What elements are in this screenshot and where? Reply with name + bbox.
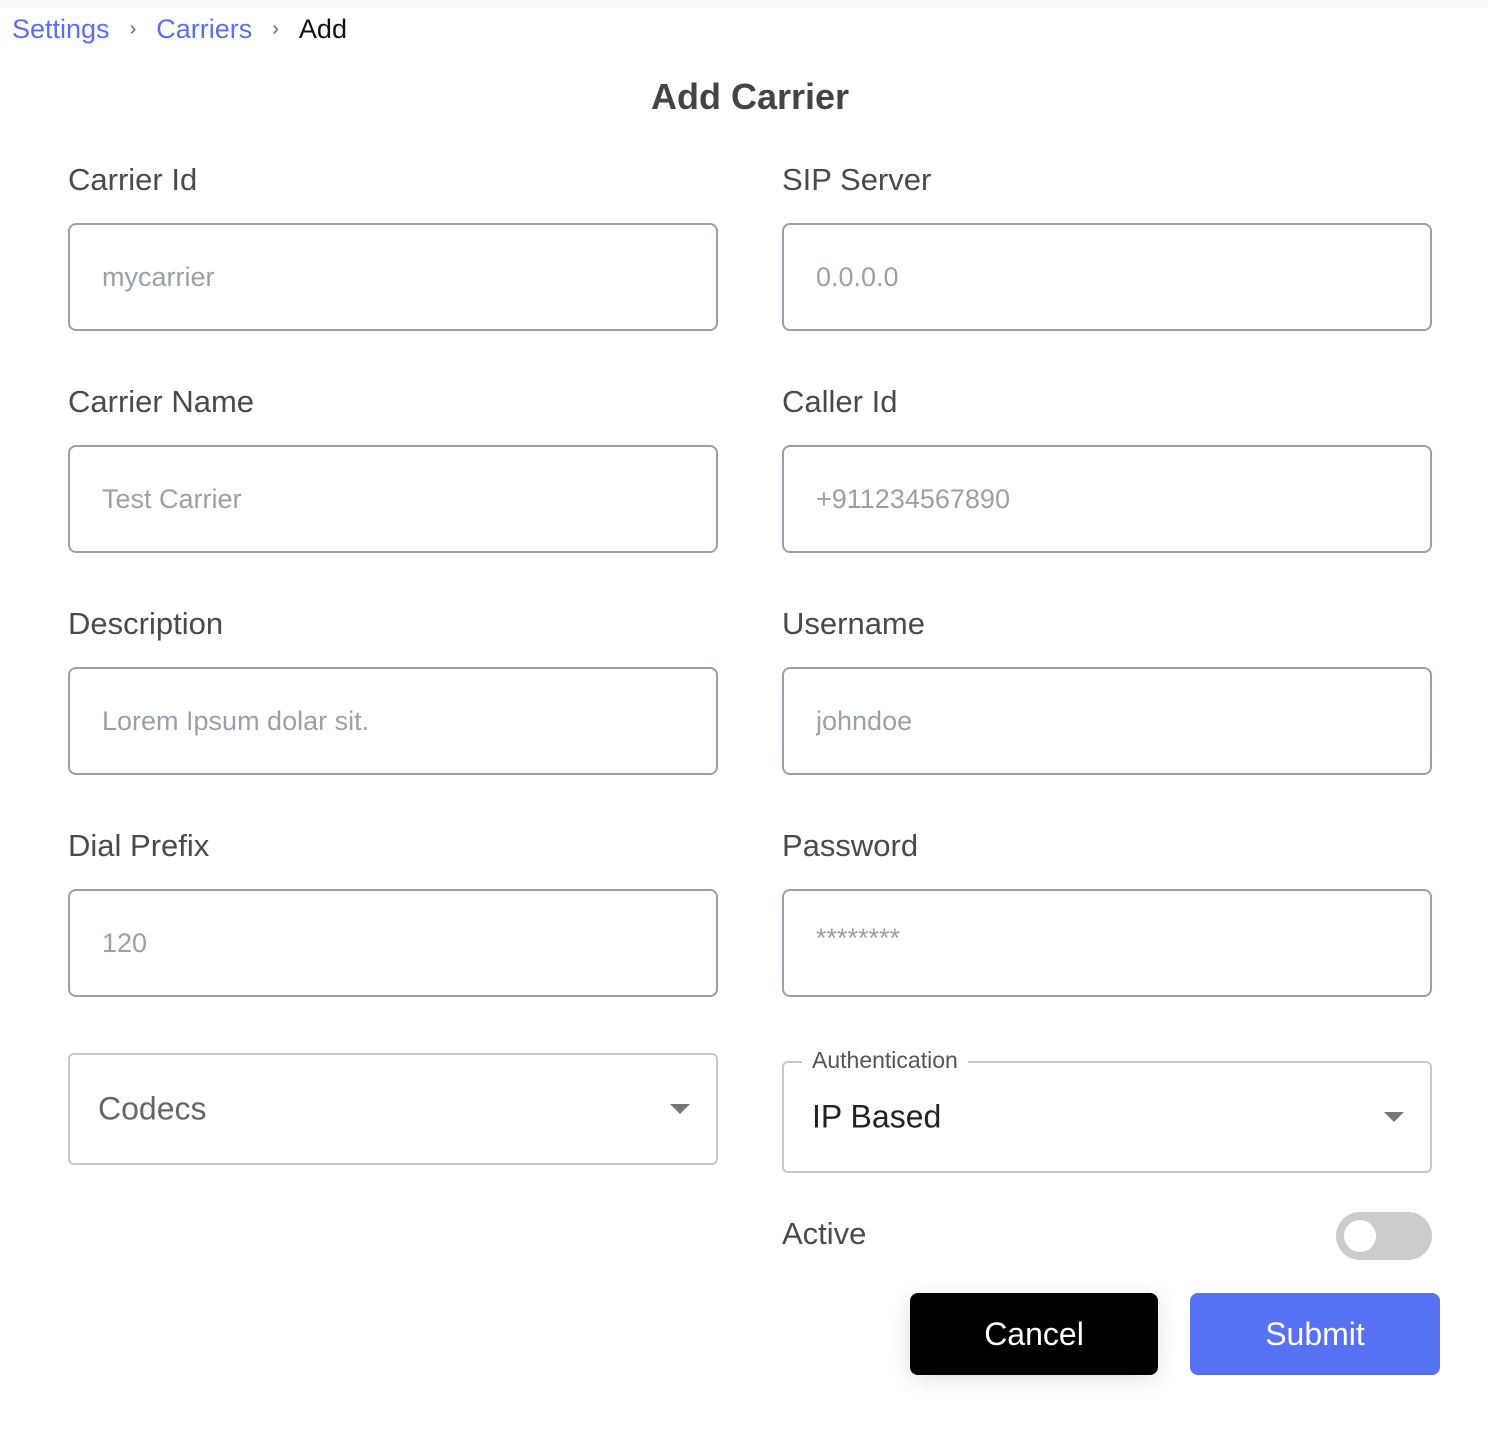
carrier-id-input[interactable] (68, 223, 718, 331)
carrier-name-label: Carrier Name (68, 384, 255, 419)
username-label: Username (782, 606, 925, 641)
chevron-right-icon: › (272, 18, 279, 40)
carrier-id-label: Carrier Id (68, 162, 198, 197)
caller-id-label: Caller Id (782, 384, 898, 419)
authentication-value: IP Based (812, 1098, 942, 1135)
breadcrumb: Settings › Carriers › Add (12, 14, 347, 45)
caret-down-icon (1384, 1112, 1404, 1122)
breadcrumb-carriers[interactable]: Carriers (156, 14, 252, 45)
carrier-name-input[interactable] (68, 445, 718, 553)
active-label: Active (782, 1216, 867, 1251)
caller-id-input[interactable] (782, 445, 1432, 553)
description-label: Description (68, 606, 224, 641)
username-input[interactable] (782, 667, 1432, 775)
top-bar (0, 0, 1488, 8)
dial-prefix-label: Dial Prefix (68, 828, 210, 863)
caret-down-icon (670, 1104, 690, 1114)
codecs-placeholder: Codecs (98, 1090, 207, 1127)
dial-prefix-input[interactable] (68, 889, 718, 997)
page-title: Add Carrier (650, 76, 850, 117)
sip-server-label: SIP Server (782, 162, 932, 197)
active-toggle[interactable] (1336, 1212, 1432, 1260)
password-input[interactable] (782, 889, 1432, 997)
sip-server-input[interactable] (782, 223, 1432, 331)
authentication-select[interactable]: Authentication IP Based (782, 1047, 1432, 1173)
codecs-select[interactable]: Codecs (68, 1053, 718, 1165)
submit-button[interactable]: Submit (1190, 1293, 1440, 1375)
chevron-right-icon: › (129, 18, 137, 40)
toggle-knob (1344, 1220, 1376, 1252)
password-label: Password (782, 828, 919, 863)
authentication-label: Authentication (802, 1047, 968, 1074)
breadcrumb-current: Add (298, 14, 347, 44)
description-input[interactable] (68, 667, 718, 775)
cancel-button[interactable]: Cancel (910, 1293, 1158, 1375)
breadcrumb-settings[interactable]: Settings (12, 14, 110, 45)
